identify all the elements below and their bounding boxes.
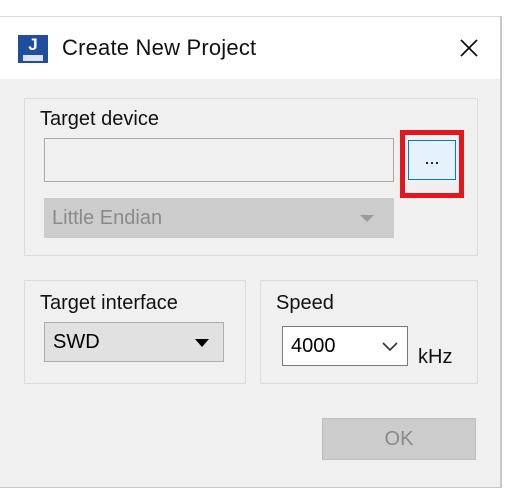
jlink-app-icon: J (18, 35, 48, 63)
endianness-value: Little Endian (52, 207, 163, 229)
target-device-field[interactable] (44, 138, 394, 182)
close-icon (460, 39, 478, 57)
chevron-down-icon (382, 342, 398, 352)
browse-device-button[interactable]: ... (408, 140, 456, 180)
window-title: Create New Project (62, 35, 257, 60)
target-interface-value: SWD (53, 331, 100, 353)
speed-value: 4000 (291, 335, 336, 357)
target-interface-select[interactable]: SWD (44, 322, 224, 362)
speed-label: Speed (274, 292, 336, 315)
speed-combobox[interactable]: 4000 (282, 326, 408, 366)
endianness-select: Little Endian (44, 198, 394, 238)
title-bar: J Create New Project (0, 17, 500, 79)
target-interface-label: Target interface (38, 292, 180, 315)
dropdown-arrow-icon (360, 215, 374, 222)
speed-unit: kHz (418, 346, 453, 368)
target-device-label: Target device (38, 108, 161, 131)
app-icon-letter: J (28, 35, 38, 54)
dropdown-arrow-icon (195, 339, 209, 347)
close-button[interactable] (452, 33, 486, 63)
ok-button[interactable]: OK (322, 418, 476, 460)
